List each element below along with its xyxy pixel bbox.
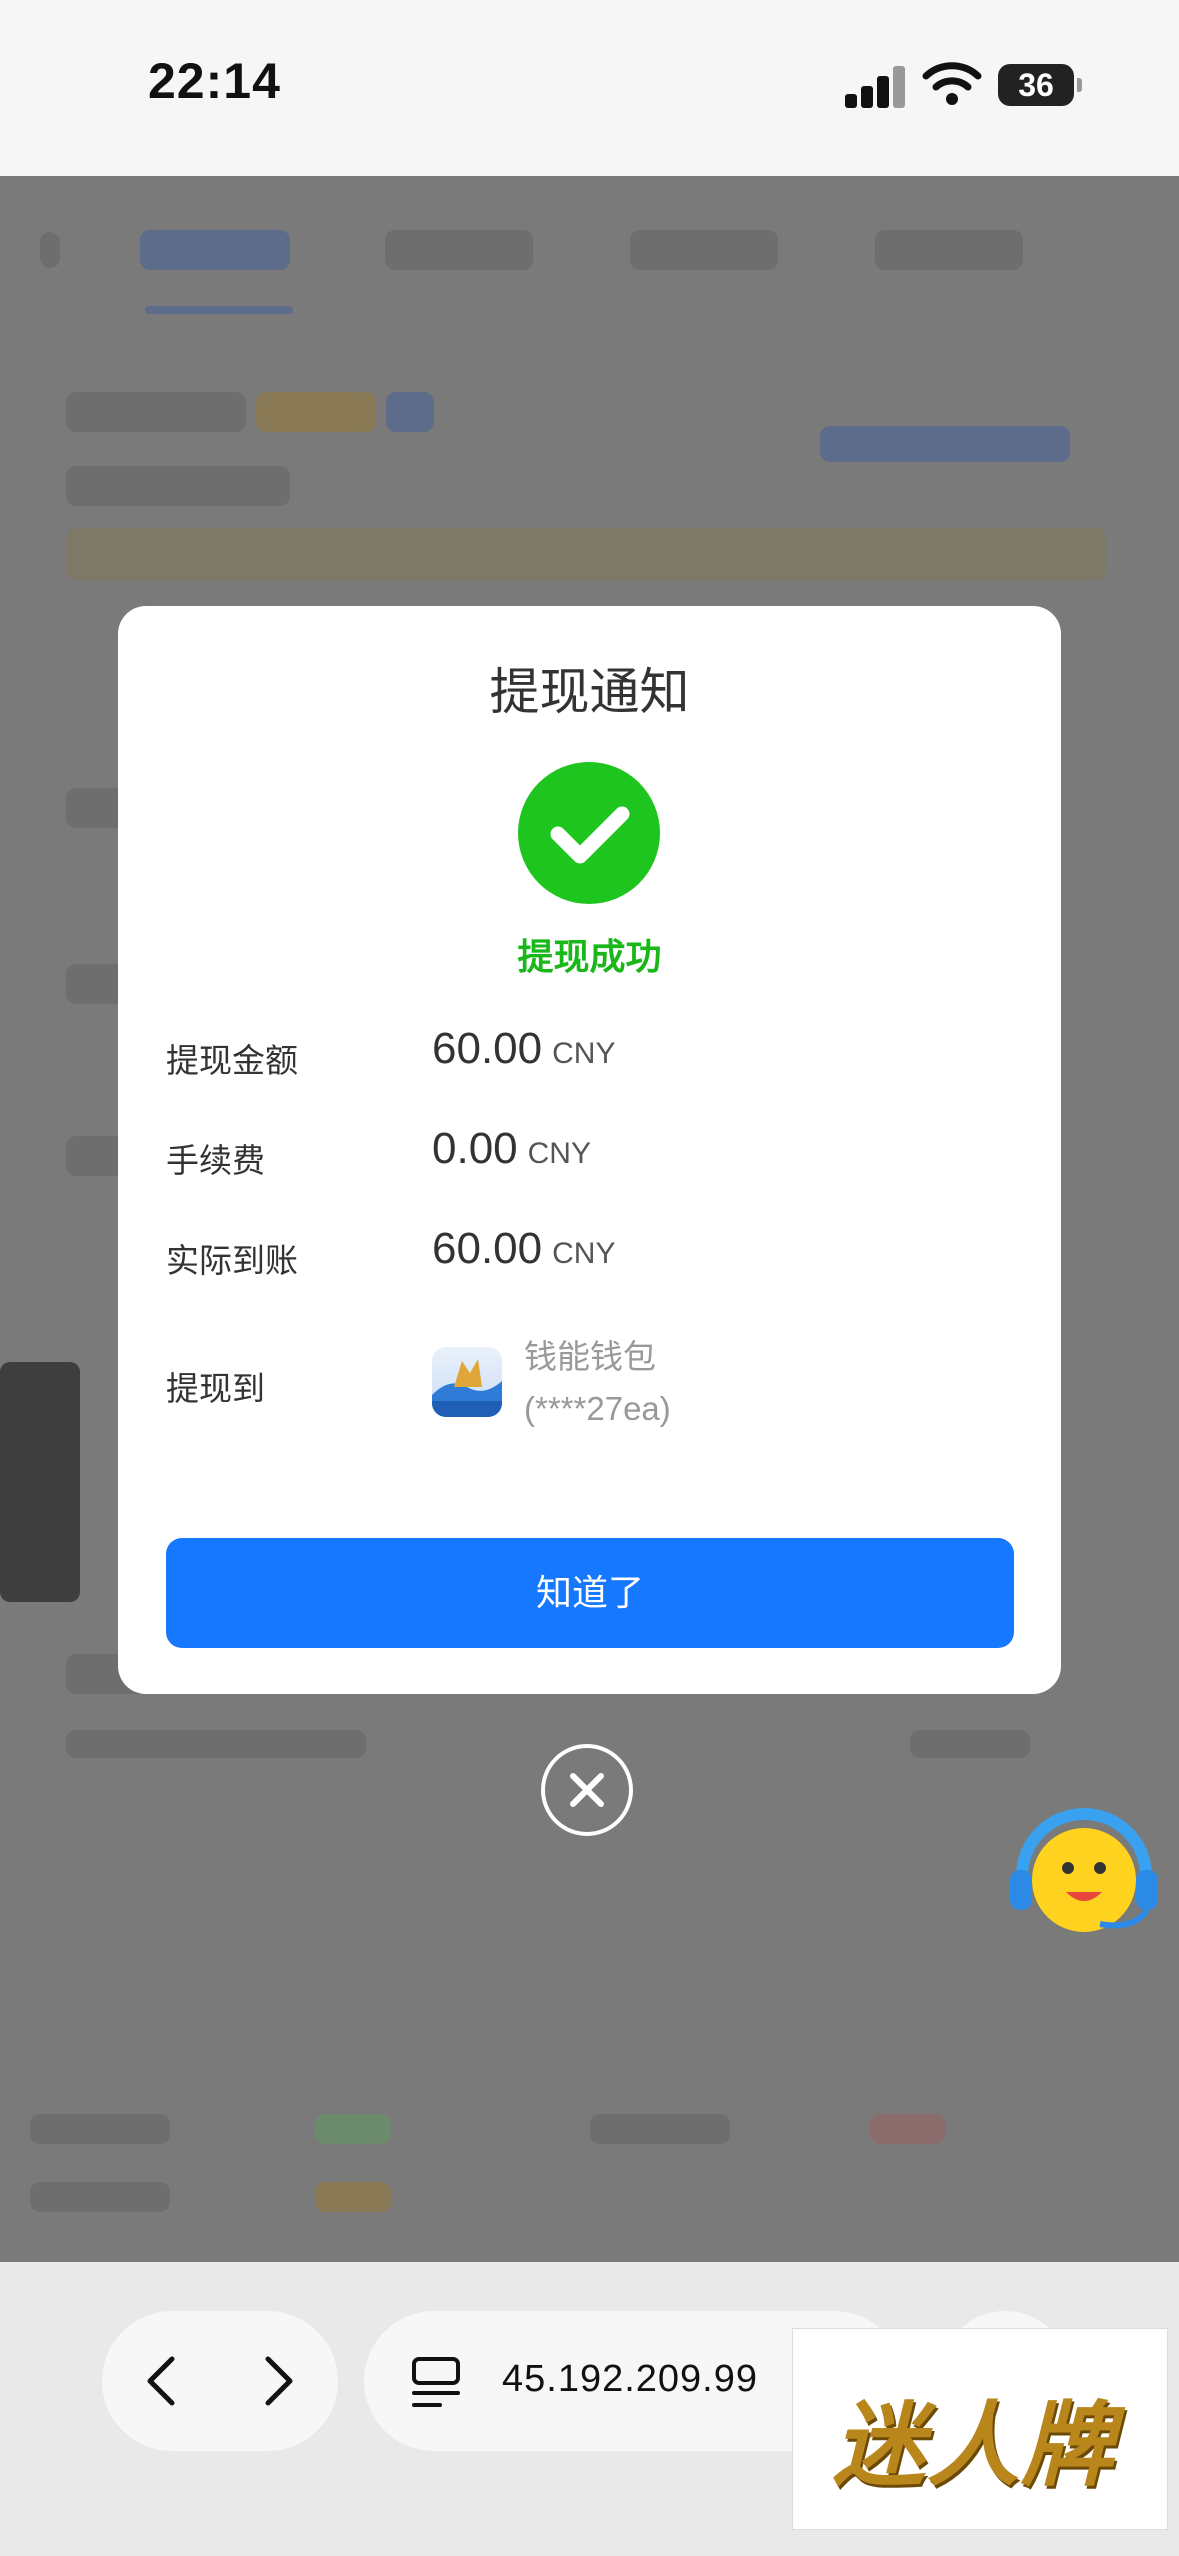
received-amount-label: 实际到账: [166, 1242, 298, 1279]
wallet-id: (****27ea): [524, 1390, 671, 1427]
watermark-text: 迷人牌: [833, 2395, 1116, 2497]
wifi-icon: [922, 62, 982, 105]
cellular-signal-icon: [845, 64, 905, 108]
watermark-logo: 迷人牌: [792, 2328, 1168, 2530]
back-icon[interactable]: [140, 2355, 184, 2407]
success-check-icon: [518, 762, 660, 904]
customer-support-button[interactable]: [1004, 1806, 1164, 1936]
fee-label: 手续费: [166, 1142, 265, 1179]
received-amount-number: 60.00: [432, 1224, 543, 1273]
success-status: 提现成功: [517, 936, 662, 977]
browser-nav-group: [102, 2311, 338, 2451]
fee-number: 0.00: [432, 1124, 518, 1173]
received-amount-value: 60.00 CNY: [432, 1224, 615, 1274]
fee-value: 0.00 CNY: [432, 1124, 591, 1174]
status-bar: 22:14 36: [0, 0, 1179, 176]
forward-icon[interactable]: [256, 2355, 300, 2407]
support-agent-icon: [1010, 1808, 1158, 1932]
got-it-button[interactable]: 知道了: [166, 1538, 1014, 1648]
wallet-name: 钱能钱包: [524, 1338, 656, 1375]
withdraw-amount-label: 提现金额: [166, 1042, 298, 1079]
withdraw-amount-value: 60.00 CNY: [432, 1024, 615, 1074]
close-dialog-button[interactable]: [541, 1744, 633, 1836]
withdraw-amount-number: 60.00: [432, 1024, 543, 1073]
currency-unit: CNY: [552, 1037, 616, 1070]
currency-unit: CNY: [552, 1237, 616, 1270]
currency-unit: CNY: [527, 1137, 591, 1170]
wallet-app-icon: [432, 1347, 502, 1417]
dialog-title: 提现通知: [489, 664, 690, 720]
close-icon: [570, 1773, 604, 1807]
tabs-icon: [412, 2357, 460, 2407]
battery-icon: 36: [998, 64, 1082, 106]
withdraw-to-label: 提现到: [166, 1370, 265, 1407]
withdrawal-dialog: 提现通知 提现成功 提现金额 60.00 CNY 手续费 0.00 CNY 实际到账…: [118, 606, 1061, 1694]
status-time: 22:14: [148, 53, 281, 109]
url-text[interactable]: 45.192.209.99: [502, 2358, 758, 2401]
